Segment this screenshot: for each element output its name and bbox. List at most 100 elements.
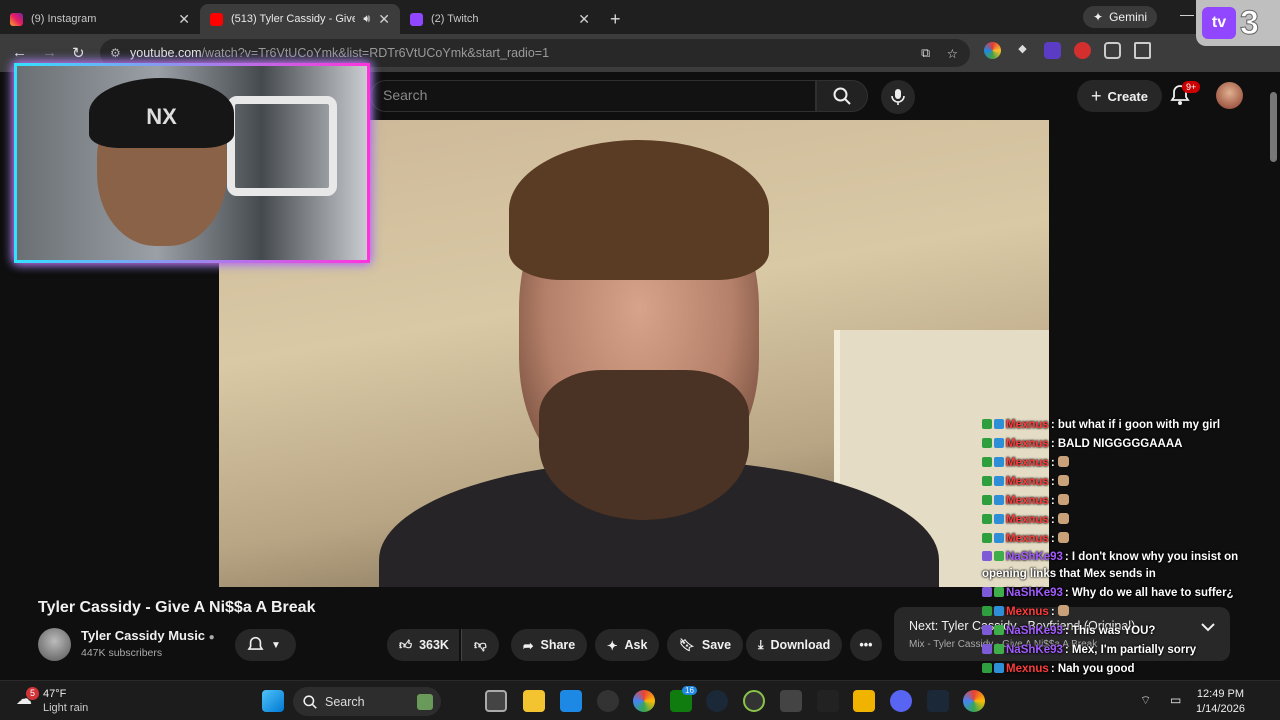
battery-icon[interactable]: ▭ [1170, 693, 1181, 707]
dislike-button[interactable]: 👎︎ [461, 629, 499, 661]
extension-red-icon[interactable] [1074, 42, 1091, 59]
task-view-icon[interactable] [485, 690, 507, 712]
rockstar-icon[interactable] [853, 690, 875, 712]
ask-button[interactable]: ✦ Ask [595, 629, 660, 661]
chat-username[interactable]: Mexnus [1006, 438, 1049, 450]
tab-title: (513) Tyler Cassidy - Give A [231, 13, 356, 25]
calculator-icon[interactable] [780, 690, 802, 712]
subscription-bell-button[interactable]: ▼ [235, 629, 296, 661]
weather-widget[interactable]: ☁ 5 47°F Light rain [16, 687, 88, 715]
chat-username[interactable]: Mexnus [1006, 476, 1049, 488]
app-circle-icon[interactable] [743, 690, 765, 712]
tab-instagram[interactable]: (9) Instagram ✕ [0, 4, 200, 34]
chat-username[interactable]: Mexnus [1006, 419, 1049, 431]
video-title: Tyler Cassidy - Give A Ni$$a A Break [38, 599, 316, 616]
tab-search-icon[interactable] [1134, 42, 1151, 59]
chat-badge-icon [994, 457, 1004, 467]
chat-badge-icon [982, 457, 992, 467]
more-dots-icon: ••• [859, 638, 873, 652]
chat-badge-icon [982, 551, 992, 561]
chat-message: NaShKe93: Mex, I'm partially sorry [982, 641, 1280, 660]
speaker-icon[interactable]: 🔊︎ [363, 13, 370, 26]
chat-message: Mexnus: [982, 492, 1280, 511]
notification-count-badge: 9+ [1182, 81, 1201, 93]
search-button[interactable] [816, 80, 868, 112]
clock-date: 1/14/2026 [1196, 703, 1245, 715]
subscriber-count: 447K subscribers [81, 647, 163, 659]
new-tab-button[interactable]: + [600, 4, 631, 34]
epic-games-icon[interactable] [817, 690, 839, 712]
create-button[interactable]: + Create [1077, 80, 1162, 112]
steam-icon[interactable] [706, 690, 728, 712]
discord-icon[interactable] [890, 690, 912, 712]
channel-avatar[interactable] [38, 628, 71, 661]
taskbar-search[interactable]: Search [293, 687, 441, 716]
voice-search-button[interactable] [881, 80, 915, 114]
chat-message: Mexnus: BALD NIGGGGGAAAA [982, 435, 1280, 454]
extension-twitch-icon[interactable] [1044, 42, 1061, 59]
forward-icon[interactable]: → [42, 44, 57, 61]
store-icon[interactable] [560, 690, 582, 712]
back-icon[interactable]: ← [12, 44, 27, 61]
wifi-icon[interactable]: ⌔ [1140, 693, 1151, 708]
close-icon[interactable]: ✕ [178, 11, 190, 28]
close-icon[interactable]: ✕ [378, 11, 390, 28]
chat-text: : Nah you good [1050, 663, 1135, 675]
chat-username[interactable]: Mexnus [1006, 606, 1049, 618]
install-icon[interactable]: ⧉ [921, 46, 930, 61]
tab-twitch[interactable]: (2) Twitch ✕ [400, 4, 600, 34]
chat-username[interactable]: Mexnus [1006, 533, 1049, 545]
account-avatar[interactable] [1216, 82, 1243, 109]
extensions-puzzle-icon[interactable] [1104, 42, 1121, 59]
site-info-icon[interactable]: ⚙ [110, 46, 121, 60]
clock-time: 12:49 PM [1196, 688, 1244, 700]
chat-badge-icon [994, 663, 1004, 673]
tab-youtube[interactable]: (513) Tyler Cassidy - Give A 🔊︎ ✕ [200, 4, 400, 34]
minimize-icon[interactable]: — [1180, 6, 1194, 22]
chat-username[interactable]: Mexnus [1006, 495, 1049, 507]
chat-message: NaShKe93: I don't know why you insist on… [982, 549, 1280, 582]
chat-message: Mexnus: [982, 473, 1280, 492]
taskbar-clock[interactable]: 12:49 PM 1/14/2026 [1196, 687, 1245, 717]
extension-color-icon[interactable] [984, 42, 1001, 59]
chevron-down-icon: ▼ [271, 639, 281, 651]
like-button[interactable]: 👍︎ 363K [387, 629, 459, 661]
tab-title: (9) Instagram [31, 13, 97, 25]
twitch-overlay: tv 3 [1196, 0, 1280, 46]
search-input[interactable]: Search [370, 80, 816, 112]
chat-username[interactable]: NaShKe93 [1006, 551, 1063, 563]
channel-name[interactable]: Tyler Cassidy Music ● [81, 628, 215, 643]
steam-client-icon[interactable] [927, 690, 949, 712]
chat-username[interactable]: NaShKe93 [1006, 587, 1063, 599]
create-label: Create [1107, 88, 1148, 104]
webcam-chair [227, 96, 337, 196]
share-button[interactable]: ➦ Share [511, 629, 588, 661]
more-actions-button[interactable]: ••• [850, 629, 882, 661]
windows-start-icon[interactable] [262, 690, 284, 712]
close-icon[interactable]: ✕ [578, 11, 590, 28]
chrome-profile-icon[interactable] [963, 690, 985, 712]
scrollbar-thumb[interactable] [1270, 92, 1277, 162]
chat-username[interactable]: Mexnus [1006, 514, 1049, 526]
chat-username[interactable]: NaShKe93 [1006, 644, 1063, 656]
reload-icon[interactable]: ↻ [72, 44, 85, 62]
chat-username[interactable]: Mexnus [1006, 457, 1049, 469]
download-button[interactable]: ⤓ Download [746, 629, 843, 661]
gemini-button[interactable]: ✦ Gemini [1083, 6, 1158, 28]
file-explorer-icon[interactable] [523, 690, 545, 712]
chat-badge-icon [982, 419, 992, 429]
microphone-icon [891, 89, 905, 105]
bookmark-star-icon[interactable]: ☆ [947, 46, 958, 61]
chat-username[interactable]: NaShKe93 [1006, 625, 1063, 637]
chat-badge-icon [994, 587, 1004, 597]
youtube-icon [210, 12, 223, 26]
tab-title: (2) Twitch [431, 13, 479, 25]
video-person-hair [509, 140, 769, 280]
save-button[interactable]: 🔖︎ Save [667, 629, 744, 661]
obs-icon[interactable] [597, 690, 619, 712]
verified-icon: ● [208, 632, 215, 643]
chrome-icon[interactable] [633, 690, 655, 712]
chat-username[interactable]: Mexnus [1006, 663, 1049, 675]
extension-diamond-icon[interactable]: ◆ [1014, 42, 1031, 59]
chat-badge-icon [994, 438, 1004, 448]
